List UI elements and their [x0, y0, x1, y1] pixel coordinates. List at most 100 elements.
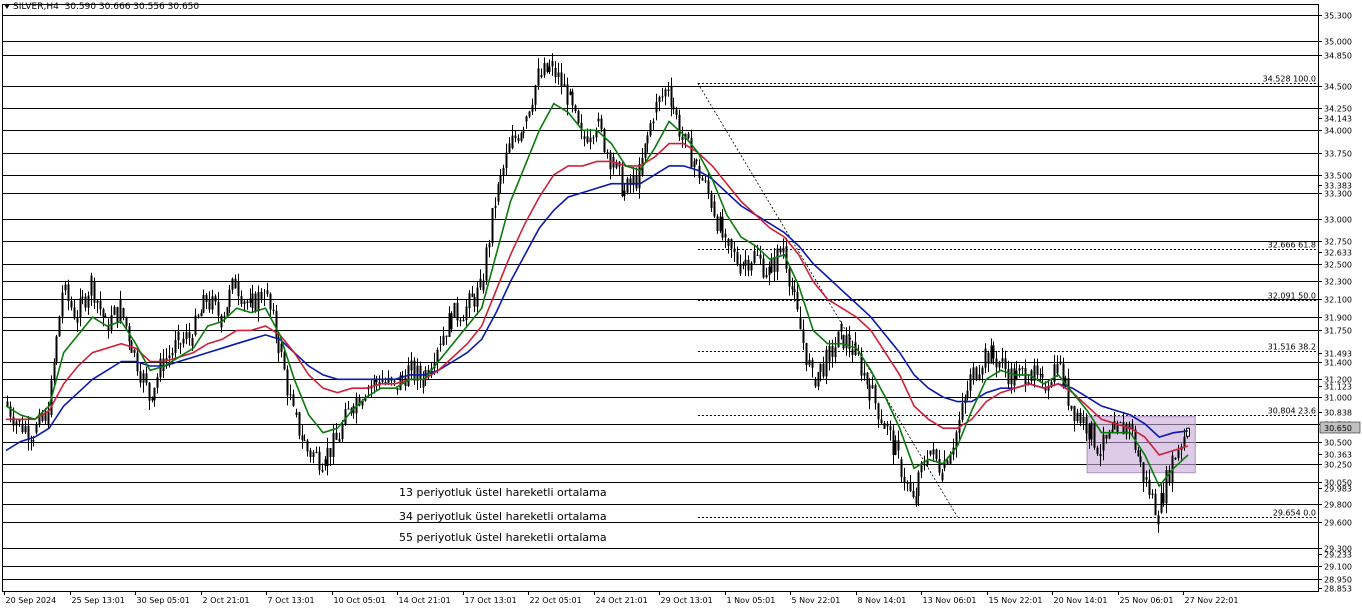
price-tick-label: 32.100: [1324, 296, 1352, 305]
candle-body: [142, 373, 145, 383]
candle-body: [197, 315, 200, 317]
candle-body: [736, 252, 739, 264]
candle-body: [894, 440, 897, 455]
candle-body: [638, 164, 641, 189]
candle-body: [768, 266, 771, 276]
candle-body: [877, 403, 880, 420]
current-price-label: 30.650: [1324, 424, 1352, 433]
price-tick-label: 31.900: [1324, 314, 1352, 323]
candle-body: [765, 275, 768, 278]
candle-body: [906, 482, 909, 484]
price-tick-label: 34.850: [1324, 52, 1352, 61]
candle-body: [874, 385, 877, 404]
candle-body: [21, 423, 24, 433]
time-tick-label: 25 Sep 13:01: [72, 596, 125, 605]
candle-body: [1137, 449, 1140, 457]
candle-body: [1067, 377, 1070, 406]
price-tick-label: 32.633: [1324, 249, 1352, 258]
candle-body: [502, 167, 505, 176]
candle-body: [249, 298, 252, 304]
time-tick-label: 7 Oct 13:01: [268, 596, 315, 605]
candle-body: [96, 300, 99, 303]
time-tick-label: 13 Nov 06:01: [923, 596, 977, 605]
candle-body: [1088, 423, 1091, 440]
time-tick-label: 25 Nov 06:01: [1120, 596, 1174, 605]
candle-body: [623, 190, 626, 197]
candle-body: [471, 293, 474, 297]
candle-body: [788, 269, 791, 287]
candle-body: [1145, 477, 1148, 480]
price-tick-label: 34.250: [1324, 105, 1352, 114]
candle-body: [646, 135, 649, 144]
candle-body: [1013, 368, 1016, 386]
time-tick-label: 24 Oct 21:01: [596, 596, 648, 605]
candle-body: [312, 452, 315, 458]
candle-body: [119, 299, 122, 323]
fib-level-label: 30.804 23.6: [1268, 407, 1316, 416]
candle-body: [1183, 436, 1186, 447]
candle-body: [228, 289, 231, 308]
candle-body: [1096, 447, 1099, 454]
candle-body: [61, 292, 64, 317]
candle-body: [995, 358, 998, 368]
time-tick-label: 20 Sep 2024: [6, 596, 57, 605]
candle-body: [932, 449, 935, 455]
candle-body: [174, 340, 177, 353]
candle-body: [923, 464, 926, 466]
candle-body: [1056, 364, 1059, 374]
current-candle: [1186, 427, 1190, 437]
time-tick-label: 5 Nov 22:01: [792, 596, 841, 605]
candle-body: [744, 259, 747, 266]
time-tick-label: 20 Nov 14:01: [1054, 596, 1108, 605]
price-tick-label: 31.123: [1324, 383, 1352, 392]
candle-body: [866, 372, 869, 385]
candle-body: [592, 137, 595, 139]
candle-body: [889, 426, 892, 431]
candle-body: [18, 419, 21, 422]
candle-body: [670, 85, 673, 107]
candle-body: [12, 416, 15, 426]
candle-body: [419, 365, 422, 380]
candle-body: [886, 423, 889, 427]
candle-body: [903, 477, 906, 484]
price-tick-label: 31.493: [1324, 350, 1352, 359]
candle-body: [208, 299, 211, 310]
candle-body: [1148, 479, 1151, 495]
candle-body: [828, 346, 831, 362]
candle-body: [450, 313, 453, 330]
price-tick-label: 30.363: [1324, 451, 1352, 460]
collapse-triangle-icon[interactable]: [4, 4, 10, 9]
candle-body: [652, 121, 655, 124]
candle-body: [554, 68, 557, 77]
candle-body: [185, 332, 188, 339]
candle-body: [396, 388, 399, 391]
candle-body: [793, 289, 796, 293]
candle-body: [557, 72, 560, 77]
candle-body: [295, 412, 298, 415]
candle-body: [672, 106, 675, 110]
candle-body: [246, 301, 249, 304]
candle-body: [796, 292, 799, 310]
candle-body: [984, 348, 987, 368]
candle-body: [563, 84, 566, 87]
candle-body: [805, 342, 808, 366]
candle-body: [667, 89, 670, 91]
candle-body: [133, 349, 136, 353]
candle-body: [808, 360, 811, 366]
candle-body: [384, 382, 387, 384]
candle-body: [318, 451, 321, 471]
price-tick-label: 31.000: [1324, 394, 1352, 403]
candle-body: [990, 345, 993, 364]
candle-body: [200, 312, 203, 317]
candle-body: [1024, 367, 1027, 385]
time-tick-label: 8 Nov 14:01: [858, 596, 907, 605]
price-chart: 34.528 100.0 32.666 61.8 32.091 50.0 31.516…: [0, 0, 1362, 611]
candle-body: [1073, 406, 1076, 422]
candle-body: [1059, 361, 1062, 364]
candle-body: [546, 63, 549, 73]
candle-body: [465, 306, 468, 321]
candle-body: [753, 250, 756, 263]
candle-body: [543, 63, 546, 76]
candle-body: [168, 355, 171, 359]
candle-body: [716, 216, 719, 232]
